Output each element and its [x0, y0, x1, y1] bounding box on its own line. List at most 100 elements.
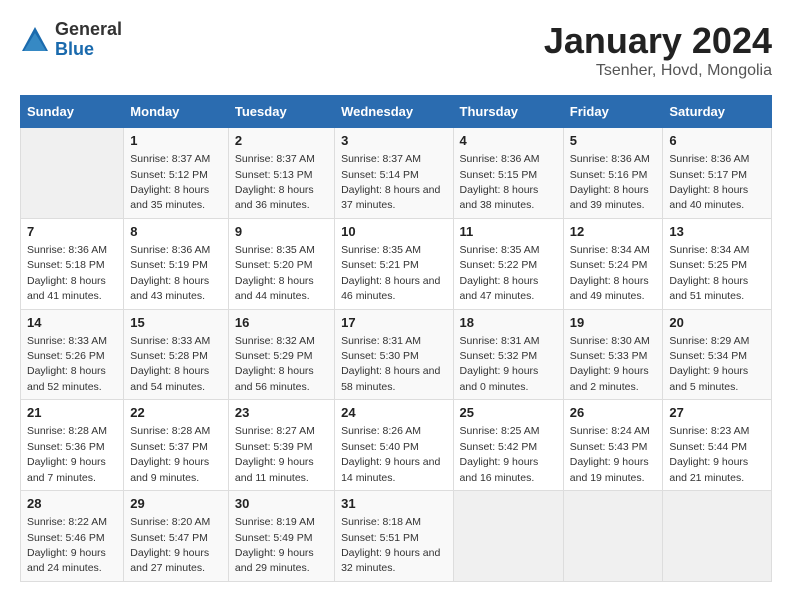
- logo-general: General: [55, 20, 122, 40]
- calendar-week-row: 21 Sunrise: 8:28 AM Sunset: 5:36 PM Dayl…: [21, 400, 772, 491]
- calendar-cell: 22 Sunrise: 8:28 AM Sunset: 5:37 PM Dayl…: [124, 400, 229, 491]
- day-sunrise: Sunrise: 8:20 AM: [130, 516, 210, 528]
- day-number: 27: [669, 404, 765, 422]
- day-sunrise: Sunrise: 8:28 AM: [130, 425, 210, 437]
- day-sunrise: Sunrise: 8:36 AM: [27, 244, 107, 256]
- header-tuesday: Tuesday: [228, 96, 334, 128]
- location: Tsenher, Hovd, Mongolia: [544, 62, 772, 80]
- calendar-cell: 19 Sunrise: 8:30 AM Sunset: 5:33 PM Dayl…: [563, 309, 663, 400]
- day-sunrise: Sunrise: 8:37 AM: [341, 153, 421, 165]
- day-sunset: Sunset: 5:25 PM: [669, 259, 747, 271]
- day-number: 23: [235, 404, 328, 422]
- calendar-cell: 18 Sunrise: 8:31 AM Sunset: 5:32 PM Dayl…: [453, 309, 563, 400]
- day-daylight: Daylight: 8 hours and 35 minutes.: [130, 184, 209, 211]
- day-daylight: Daylight: 8 hours and 37 minutes.: [341, 184, 440, 211]
- calendar-cell: [563, 491, 663, 582]
- day-sunset: Sunset: 5:14 PM: [341, 169, 419, 181]
- day-number: 3: [341, 132, 446, 150]
- day-sunrise: Sunrise: 8:37 AM: [130, 153, 210, 165]
- day-number: 15: [130, 314, 222, 332]
- day-number: 11: [460, 223, 557, 241]
- day-daylight: Daylight: 8 hours and 49 minutes.: [570, 275, 649, 302]
- day-sunset: Sunset: 5:34 PM: [669, 350, 747, 362]
- day-sunrise: Sunrise: 8:25 AM: [460, 425, 540, 437]
- day-daylight: Daylight: 9 hours and 21 minutes.: [669, 456, 748, 483]
- day-daylight: Daylight: 8 hours and 43 minutes.: [130, 275, 209, 302]
- calendar-cell: 11 Sunrise: 8:35 AM Sunset: 5:22 PM Dayl…: [453, 218, 563, 309]
- day-sunrise: Sunrise: 8:29 AM: [669, 335, 749, 347]
- header-sunday: Sunday: [21, 96, 124, 128]
- header-wednesday: Wednesday: [335, 96, 453, 128]
- day-sunset: Sunset: 5:30 PM: [341, 350, 419, 362]
- day-sunrise: Sunrise: 8:33 AM: [27, 335, 107, 347]
- day-sunset: Sunset: 5:37 PM: [130, 441, 208, 453]
- day-sunrise: Sunrise: 8:31 AM: [460, 335, 540, 347]
- day-daylight: Daylight: 8 hours and 47 minutes.: [460, 275, 539, 302]
- day-sunset: Sunset: 5:39 PM: [235, 441, 313, 453]
- day-daylight: Daylight: 9 hours and 7 minutes.: [27, 456, 106, 483]
- page-header: General Blue January 2024 Tsenher, Hovd,…: [20, 20, 772, 80]
- day-sunset: Sunset: 5:22 PM: [460, 259, 538, 271]
- day-daylight: Daylight: 9 hours and 0 minutes.: [460, 365, 539, 392]
- day-daylight: Daylight: 9 hours and 32 minutes.: [341, 547, 440, 574]
- calendar-cell: 12 Sunrise: 8:34 AM Sunset: 5:24 PM Dayl…: [563, 218, 663, 309]
- calendar-cell: 27 Sunrise: 8:23 AM Sunset: 5:44 PM Dayl…: [663, 400, 772, 491]
- day-daylight: Daylight: 9 hours and 9 minutes.: [130, 456, 209, 483]
- calendar-cell: 17 Sunrise: 8:31 AM Sunset: 5:30 PM Dayl…: [335, 309, 453, 400]
- day-sunset: Sunset: 5:28 PM: [130, 350, 208, 362]
- day-daylight: Daylight: 8 hours and 54 minutes.: [130, 365, 209, 392]
- day-number: 20: [669, 314, 765, 332]
- logo-icon: [20, 25, 50, 55]
- day-sunrise: Sunrise: 8:35 AM: [235, 244, 315, 256]
- calendar-cell: 21 Sunrise: 8:28 AM Sunset: 5:36 PM Dayl…: [21, 400, 124, 491]
- calendar-cell: 5 Sunrise: 8:36 AM Sunset: 5:16 PM Dayli…: [563, 128, 663, 219]
- calendar-cell: [663, 491, 772, 582]
- day-number: 18: [460, 314, 557, 332]
- day-number: 19: [570, 314, 657, 332]
- day-daylight: Daylight: 8 hours and 56 minutes.: [235, 365, 314, 392]
- calendar-cell: 26 Sunrise: 8:24 AM Sunset: 5:43 PM Dayl…: [563, 400, 663, 491]
- calendar-cell: 25 Sunrise: 8:25 AM Sunset: 5:42 PM Dayl…: [453, 400, 563, 491]
- day-sunrise: Sunrise: 8:35 AM: [341, 244, 421, 256]
- day-sunset: Sunset: 5:13 PM: [235, 169, 313, 181]
- day-daylight: Daylight: 8 hours and 44 minutes.: [235, 275, 314, 302]
- day-number: 5: [570, 132, 657, 150]
- day-daylight: Daylight: 9 hours and 16 minutes.: [460, 456, 539, 483]
- logo: General Blue: [20, 20, 122, 60]
- day-number: 26: [570, 404, 657, 422]
- day-number: 12: [570, 223, 657, 241]
- day-sunset: Sunset: 5:24 PM: [570, 259, 648, 271]
- logo-blue: Blue: [55, 40, 122, 60]
- day-number: 13: [669, 223, 765, 241]
- day-sunset: Sunset: 5:18 PM: [27, 259, 105, 271]
- day-daylight: Daylight: 8 hours and 39 minutes.: [570, 184, 649, 211]
- calendar-cell: 16 Sunrise: 8:32 AM Sunset: 5:29 PM Dayl…: [228, 309, 334, 400]
- calendar-cell: [453, 491, 563, 582]
- day-daylight: Daylight: 8 hours and 41 minutes.: [27, 275, 106, 302]
- day-sunrise: Sunrise: 8:35 AM: [460, 244, 540, 256]
- day-number: 16: [235, 314, 328, 332]
- day-sunset: Sunset: 5:42 PM: [460, 441, 538, 453]
- day-sunset: Sunset: 5:16 PM: [570, 169, 648, 181]
- day-number: 6: [669, 132, 765, 150]
- day-daylight: Daylight: 8 hours and 52 minutes.: [27, 365, 106, 392]
- day-sunset: Sunset: 5:46 PM: [27, 532, 105, 544]
- day-sunrise: Sunrise: 8:24 AM: [570, 425, 650, 437]
- calendar-cell: 9 Sunrise: 8:35 AM Sunset: 5:20 PM Dayli…: [228, 218, 334, 309]
- day-number: 30: [235, 495, 328, 513]
- day-daylight: Daylight: 8 hours and 51 minutes.: [669, 275, 748, 302]
- day-daylight: Daylight: 8 hours and 36 minutes.: [235, 184, 314, 211]
- day-number: 8: [130, 223, 222, 241]
- calendar-cell: 3 Sunrise: 8:37 AM Sunset: 5:14 PM Dayli…: [335, 128, 453, 219]
- day-sunset: Sunset: 5:36 PM: [27, 441, 105, 453]
- day-number: 28: [27, 495, 117, 513]
- day-sunrise: Sunrise: 8:26 AM: [341, 425, 421, 437]
- day-sunrise: Sunrise: 8:36 AM: [669, 153, 749, 165]
- day-number: 24: [341, 404, 446, 422]
- day-sunset: Sunset: 5:44 PM: [669, 441, 747, 453]
- day-number: 31: [341, 495, 446, 513]
- day-sunrise: Sunrise: 8:36 AM: [570, 153, 650, 165]
- calendar-cell: 24 Sunrise: 8:26 AM Sunset: 5:40 PM Dayl…: [335, 400, 453, 491]
- day-number: 17: [341, 314, 446, 332]
- calendar-table: Sunday Monday Tuesday Wednesday Thursday…: [20, 95, 772, 582]
